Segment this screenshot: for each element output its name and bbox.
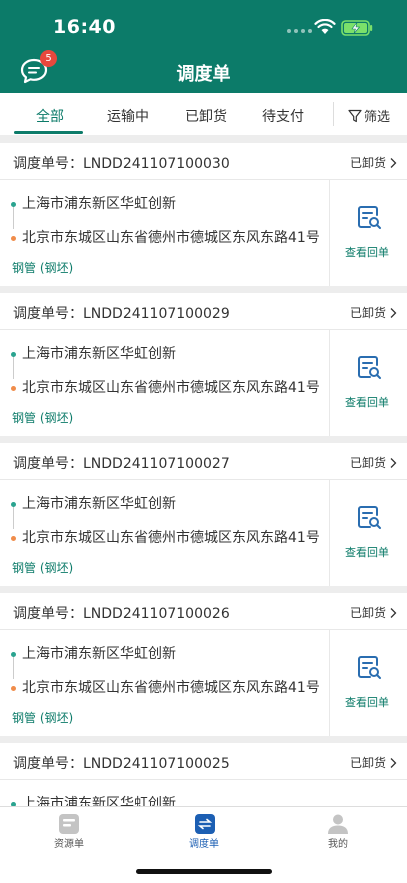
origin-dot-icon [11, 502, 16, 507]
receipt-search-icon[interactable] [356, 505, 382, 531]
tabs-spacer [0, 135, 407, 143]
origin-address: 上海市浦东新区华虹创新 [22, 796, 176, 806]
receipt-search-icon[interactable] [356, 205, 382, 231]
card-divider [329, 330, 330, 436]
tab-divider [333, 102, 334, 126]
cargo-type: 钢管 (钢坯) [12, 411, 74, 425]
destination-dot-icon [11, 536, 16, 541]
card-divider [329, 630, 330, 736]
status-tabs: 全部 运输中 已卸货 待支付 筛选 [0, 93, 407, 135]
order-card-header: 调度单号：LNDD241107100030 已卸货 [0, 143, 407, 180]
order-status[interactable]: 已卸货 [350, 154, 397, 171]
receipt-search-icon[interactable] [356, 355, 382, 381]
home-indicator [136, 869, 272, 874]
wifi-icon [314, 19, 336, 34]
order-status[interactable]: 已卸货 [350, 454, 397, 471]
order-card-header: 调度单号：LNDD241107100025 已卸货 [0, 743, 407, 780]
order-number: 调度单号：LNDD241107100029 [13, 306, 230, 322]
destination-dot-icon [11, 686, 16, 691]
destination-dot-icon [11, 386, 16, 391]
app-header: 16:40 5 调度单 [0, 0, 407, 93]
card-divider [329, 180, 330, 286]
tabbar-label: 资源单 [54, 839, 84, 850]
order-card[interactable]: 调度单号：LNDD241107100025 已卸货 上海市浦东新区华虹创新 [0, 743, 407, 806]
swap-icon [195, 814, 215, 834]
order-number: 调度单号：LNDD241107100027 [13, 456, 230, 472]
order-card-header: 调度单号：LNDD241107100026 已卸货 [0, 593, 407, 630]
destination-address: 北京市东城区山东省德州市德城区东风东路41号 [22, 530, 320, 546]
chevron-right-icon [390, 157, 397, 168]
view-receipt-button[interactable]: 查看回单 [345, 244, 389, 260]
filter-icon [348, 109, 362, 122]
origin-address: 上海市浦东新区华虹创新 [22, 646, 176, 662]
receipt-search-icon[interactable] [356, 655, 382, 681]
tabbar-label: 调度单 [189, 839, 219, 850]
origin-address: 上海市浦东新区华虹创新 [22, 346, 176, 362]
chevron-right-icon [390, 757, 397, 768]
order-list: 调度单号：LNDD241107100030 已卸货 上海市浦东新区华虹创新 北京… [0, 143, 407, 806]
origin-dot-icon [11, 352, 16, 357]
destination-address: 北京市东城区山东省德州市德城区东风东路41号 [22, 230, 320, 246]
order-card[interactable]: 调度单号：LNDD241107100026 已卸货 上海市浦东新区华虹创新 北京… [0, 593, 407, 736]
tab-pending-payment[interactable]: 待支付 [262, 106, 304, 126]
cargo-type: 钢管 (钢坯) [12, 561, 74, 575]
view-receipt-button[interactable]: 查看回单 [345, 394, 389, 410]
card-divider [329, 480, 330, 586]
tab-all[interactable]: 全部 [36, 106, 64, 126]
order-status[interactable]: 已卸货 [350, 604, 397, 621]
filter-button[interactable]: 筛选 [348, 106, 390, 125]
order-card-header: 调度单号：LNDD241107100027 已卸货 [0, 443, 407, 480]
signal-icon [287, 29, 312, 33]
order-card[interactable]: 调度单号：LNDD241107100029 已卸货 上海市浦东新区华虹创新 北京… [0, 293, 407, 436]
destination-address: 北京市东城区山东省德州市德城区东风东路41号 [22, 380, 320, 396]
tab-in-transit[interactable]: 运输中 [107, 106, 149, 126]
order-card-header: 调度单号：LNDD241107100029 已卸货 [0, 293, 407, 330]
battery-icon [341, 20, 373, 36]
chevron-right-icon [390, 457, 397, 468]
page-title: 调度单 [176, 64, 231, 85]
person-icon [328, 814, 348, 834]
filter-label: 筛选 [364, 110, 391, 125]
chevron-right-icon [390, 607, 397, 618]
origin-dot-icon [11, 202, 16, 207]
order-number: 调度单号：LNDD241107100030 [13, 156, 230, 172]
tabbar-label: 我的 [328, 839, 348, 850]
destination-dot-icon [11, 236, 16, 241]
order-status[interactable]: 已卸货 [350, 754, 397, 771]
view-receipt-button[interactable]: 查看回单 [345, 694, 389, 710]
order-number: 调度单号：LNDD241107100026 [13, 606, 230, 622]
order-number: 调度单号：LNDD241107100025 [13, 756, 230, 772]
order-card[interactable]: 调度单号：LNDD241107100027 已卸货 上海市浦东新区华虹创新 北京… [0, 443, 407, 586]
order-card[interactable]: 调度单号：LNDD241107100030 已卸货 上海市浦东新区华虹创新 北京… [0, 143, 407, 286]
cargo-type: 钢管 (钢坯) [12, 711, 74, 725]
document-icon [59, 814, 79, 834]
active-tab-indicator [14, 131, 83, 134]
chevron-right-icon [390, 307, 397, 318]
origin-address: 上海市浦东新区华虹创新 [22, 496, 176, 512]
destination-address: 北京市东城区山东省德州市德城区东风东路41号 [22, 680, 320, 696]
tab-unloaded[interactable]: 已卸货 [185, 106, 227, 126]
origin-address: 上海市浦东新区华虹创新 [22, 196, 176, 212]
origin-dot-icon [11, 652, 16, 657]
status-bar: 16:40 [0, 0, 407, 48]
view-receipt-button[interactable]: 查看回单 [345, 544, 389, 560]
status-time: 16:40 [53, 16, 116, 38]
cargo-type: 钢管 (钢坯) [12, 261, 74, 275]
order-status[interactable]: 已卸货 [350, 304, 397, 321]
